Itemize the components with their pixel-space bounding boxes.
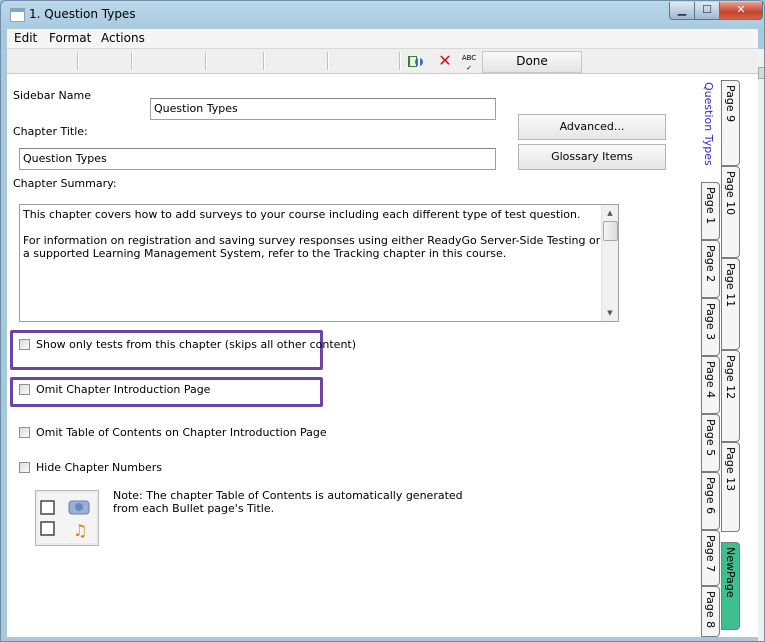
show-only-tests-label: Show only tests from this chapter (skips… xyxy=(36,338,357,351)
close-button[interactable]: ✕ xyxy=(719,2,763,20)
menu-bar: Edit Format Actions xyxy=(7,29,758,49)
spellcheck-glyph: ABC xyxy=(461,54,477,62)
scroll-down-arrow-icon[interactable]: ▼ xyxy=(602,305,618,321)
tab-label: Page 7 xyxy=(704,535,717,573)
chapter-title-input[interactable]: Question Types xyxy=(19,148,496,170)
toolbar-separator xyxy=(77,52,79,70)
tab-page-1[interactable]: Page 1 xyxy=(701,182,720,240)
page-tabs-panel: Question Types Page 1 Page 2 Page 3 Page… xyxy=(697,74,758,637)
toolbar-separator xyxy=(131,52,133,70)
summary-text: This chapter covers how to add surveys t… xyxy=(23,208,603,273)
advanced-button[interactable]: Advanced... xyxy=(518,114,666,140)
chapter-title-vertical-text: Question Types xyxy=(702,82,715,166)
tab-page-12[interactable]: Page 12 xyxy=(721,350,740,442)
tab-label: Page 10 xyxy=(724,171,737,216)
window-scroll-thumb[interactable] xyxy=(758,67,764,79)
tab-page-4[interactable]: Page 4 xyxy=(701,356,720,414)
hide-chapter-numbers-checkbox[interactable] xyxy=(19,462,30,473)
sidebar-name-label: Sidebar Name xyxy=(13,89,91,102)
chapter-title-vertical[interactable]: Question Types xyxy=(700,82,716,172)
hide-chapter-numbers-label: Hide Chapter Numbers xyxy=(36,461,162,474)
chapter-summary-textarea[interactable]: This chapter covers how to add surveys t… xyxy=(19,204,619,322)
summary-paragraph: For information on registration and savi… xyxy=(23,234,601,260)
tab-label: Page 3 xyxy=(704,303,717,341)
tab-page-8[interactable]: Page 8 xyxy=(701,586,720,637)
tab-label: Page 4 xyxy=(704,361,717,399)
book-icon[interactable] xyxy=(407,53,425,69)
omit-toc-checkbox[interactable] xyxy=(19,427,30,438)
chapter-title-label: Chapter Title: xyxy=(13,125,88,138)
summary-scrollbar[interactable]: ▲ ▼ xyxy=(601,205,618,321)
tab-page-7[interactable]: Page 7 xyxy=(701,530,720,586)
chapter-summary-label: Chapter Summary: xyxy=(13,177,117,190)
tab-page-3[interactable]: Page 3 xyxy=(701,298,720,356)
menu-format[interactable]: Format xyxy=(49,31,91,45)
toolbar-separator xyxy=(263,52,265,70)
tab-page-10[interactable]: Page 10 xyxy=(721,166,740,258)
tab-label: Page 11 xyxy=(724,263,737,308)
done-button[interactable]: Done xyxy=(482,51,582,73)
minimize-button[interactable]: ▁ xyxy=(669,2,695,20)
maximize-button[interactable]: ☐ xyxy=(694,2,720,20)
tab-page-6[interactable]: Page 6 xyxy=(701,472,720,530)
tab-label: Page 13 xyxy=(724,447,737,492)
toolbar-separator xyxy=(399,52,401,70)
toolbar-separator xyxy=(205,52,207,70)
spellcheck-icon[interactable]: ABC ✓ xyxy=(460,53,478,72)
glossary-items-button[interactable]: Glossary Items xyxy=(518,144,666,170)
svg-text:♫: ♫ xyxy=(73,521,87,540)
scroll-thumb[interactable] xyxy=(603,221,618,241)
tab-page-9[interactable]: Page 9 xyxy=(721,80,740,166)
window-icon xyxy=(10,8,25,22)
tab-label: NewPage xyxy=(724,547,737,598)
menu-edit[interactable]: Edit xyxy=(14,31,37,45)
tab-page-5[interactable]: Page 5 xyxy=(701,414,720,472)
tab-label: Page 1 xyxy=(704,187,717,225)
tab-page-11[interactable]: Page 11 xyxy=(721,258,740,350)
tab-label: Page 2 xyxy=(704,245,717,283)
tab-label: Page 9 xyxy=(724,85,737,123)
scroll-up-arrow-icon[interactable]: ▲ xyxy=(602,205,618,221)
menu-actions[interactable]: Actions xyxy=(101,31,145,45)
omit-intro-page-label: Omit Chapter Introduction Page xyxy=(36,383,211,396)
toolbar-separator xyxy=(327,52,329,70)
omit-intro-page-checkbox[interactable] xyxy=(19,384,30,395)
tab-label: Page 5 xyxy=(704,419,717,457)
show-only-tests-checkbox[interactable] xyxy=(19,339,30,350)
tab-page-2[interactable]: Page 2 xyxy=(701,240,720,298)
tab-label: Page 12 xyxy=(724,355,737,400)
toc-illustration-icon: ♫ xyxy=(35,490,99,546)
title-bar: 1. Question Types ▁ ☐ ✕ xyxy=(1,1,764,29)
window-title: 1. Question Types xyxy=(29,7,136,21)
chapter-editor: Sidebar Name Question Types Chapter Titl… xyxy=(7,74,697,637)
app-window: 1. Question Types ▁ ☐ ✕ Edit Format Acti… xyxy=(0,0,765,642)
tab-page-13[interactable]: Page 13 xyxy=(721,442,740,532)
tab-new-page[interactable]: NewPage xyxy=(721,542,740,630)
window-scrollbar[interactable] xyxy=(758,49,764,641)
toolbar: ✕ ABC ✓ Done xyxy=(7,49,758,74)
toc-note: Note: The chapter Table of Contents is a… xyxy=(113,489,463,515)
summary-paragraph: This chapter covers how to add surveys t… xyxy=(23,208,581,221)
delete-x-icon[interactable]: ✕ xyxy=(436,53,454,69)
omit-toc-label: Omit Table of Contents on Chapter Introd… xyxy=(36,426,327,439)
tab-label: Page 6 xyxy=(704,477,717,515)
tab-label: Page 8 xyxy=(704,591,717,629)
sidebar-name-input[interactable]: Question Types xyxy=(150,98,496,120)
